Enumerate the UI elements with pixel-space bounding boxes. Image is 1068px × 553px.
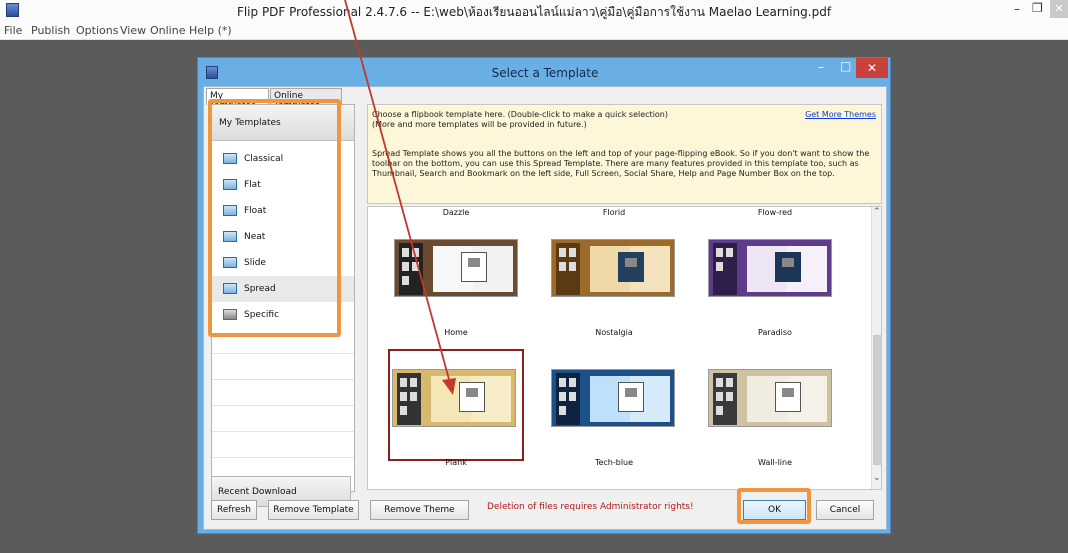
arrow-head-icon — [442, 378, 456, 395]
annotation-arrow — [344, 0, 456, 395]
arrow-shaft — [344, 0, 451, 384]
